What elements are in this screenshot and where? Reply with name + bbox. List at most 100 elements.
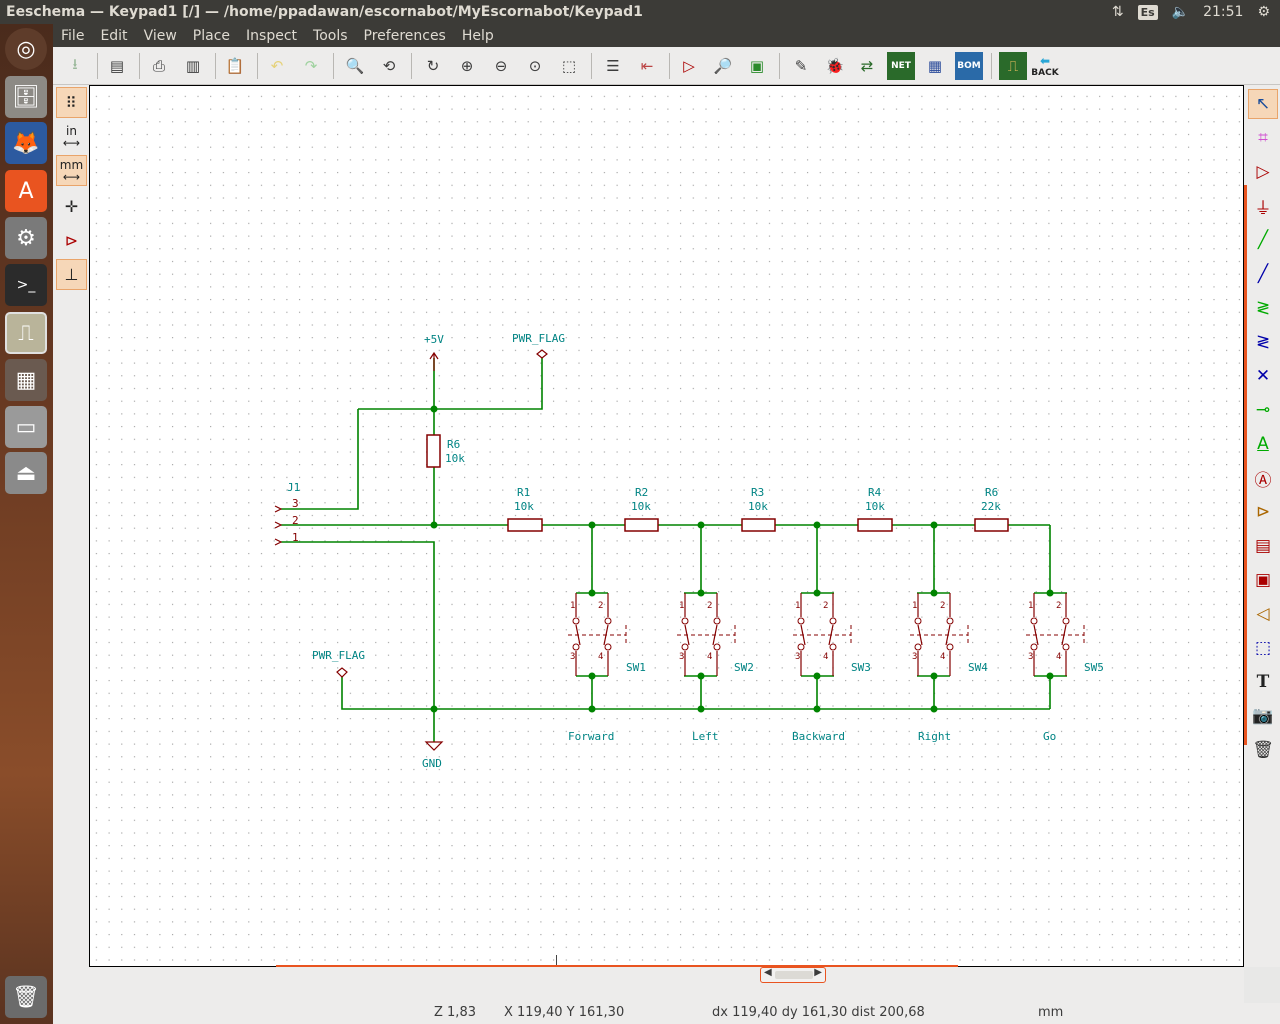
terminal-icon[interactable]: >_	[5, 264, 47, 306]
select-arrow-icon[interactable]: ↖	[1248, 89, 1278, 119]
place-bus-icon[interactable]: ╱	[1248, 259, 1278, 289]
power-gear-icon[interactable]: ⚙	[1257, 4, 1270, 20]
page-settings-icon[interactable]: ▤	[103, 52, 131, 80]
software-center-icon[interactable]: A	[5, 170, 47, 212]
scroll-thumb[interactable]	[775, 971, 813, 979]
menu-bar: File Edit View Place Inspect Tools Prefe…	[53, 24, 1280, 47]
inches-units-button[interactable]: in ⟷	[56, 121, 87, 152]
image-icon[interactable]: 📷	[1248, 701, 1278, 731]
refresh-icon[interactable]: ↻	[419, 52, 447, 80]
switch-pin-number: 2	[1056, 601, 1061, 611]
redo-icon[interactable]: ↷	[297, 52, 325, 80]
menu-preferences[interactable]: Preferences	[356, 28, 454, 44]
cursor-shape-icon[interactable]: ✛	[56, 191, 87, 222]
place-wire-icon[interactable]: ╱	[1248, 225, 1278, 255]
schematic-canvas[interactable]: +5V PWR_FLAG PWR_FLAG GND J1 3 2 1 R6 10…	[89, 85, 1244, 967]
drive-icon[interactable]: ▭	[5, 406, 47, 448]
leave-sheet-icon[interactable]: ⇤	[633, 52, 661, 80]
paste-icon[interactable]: 📋	[221, 52, 249, 80]
resistor-r6-vertical[interactable]	[426, 434, 441, 468]
import-sheet-pin-icon[interactable]: ▣	[1248, 565, 1278, 595]
switch-pin-number: 1	[912, 601, 917, 611]
switch-pin-number: 1	[570, 601, 575, 611]
kicad-eeschema-icon[interactable]: ⎍	[5, 312, 47, 354]
status-zoom: Z 1,83	[434, 1005, 476, 1020]
graphic-lines-icon[interactable]: ⬚	[1248, 633, 1278, 663]
find-icon[interactable]: 🔍	[341, 52, 369, 80]
zoom-out-icon[interactable]: ⊖	[487, 52, 515, 80]
symbol-editor-icon[interactable]: ▷	[675, 52, 703, 80]
wire-angle-icon[interactable]: ⊥	[56, 259, 87, 290]
show-grid-icon[interactable]: ⠿	[56, 87, 87, 118]
plot-icon[interactable]: ▥	[179, 52, 207, 80]
place-symbol-icon[interactable]: ▷	[1248, 157, 1278, 187]
zoom-selection-icon[interactable]: ⬚	[555, 52, 583, 80]
junction-icon[interactable]: ⊸	[1248, 395, 1278, 425]
menu-edit[interactable]: Edit	[92, 28, 135, 44]
pcbnew-icon[interactable]: ⎍	[999, 52, 1027, 80]
delete-icon[interactable]: 🗑	[1248, 735, 1278, 765]
r2-ref: R2	[635, 486, 648, 499]
symbol-library-browser-icon[interactable]: 🔎	[709, 52, 737, 80]
highlight-net-icon[interactable]: ⌗	[1248, 123, 1278, 153]
generate-netlist-icon[interactable]: NET	[887, 52, 915, 80]
trash-icon[interactable]: 🗑	[5, 976, 47, 1018]
hierarchical-sheet-icon[interactable]: ▤	[1248, 531, 1278, 561]
label-pwr-flag-top: PWR_FLAG	[512, 332, 565, 345]
grid	[90, 86, 1243, 966]
menu-tools[interactable]: Tools	[305, 28, 356, 44]
assign-footprints-icon[interactable]: ⇄	[853, 52, 881, 80]
dash-icon[interactable]: ◎	[5, 28, 47, 70]
text-icon[interactable]: T	[1248, 667, 1278, 697]
files-icon[interactable]: 🗄	[5, 76, 47, 118]
keyboard-layout-indicator[interactable]: Es	[1137, 4, 1158, 20]
millimeters-units-button[interactable]: mm ⟷	[56, 155, 87, 186]
hierarchical-label-icon[interactable]: ⊳	[1248, 497, 1278, 527]
system-settings-icon[interactable]: ⚙	[5, 217, 47, 259]
workspace-switcher-icon[interactable]: ▦	[5, 359, 47, 401]
erc-icon[interactable]: 🐞	[821, 52, 849, 80]
menu-view[interactable]: View	[136, 28, 185, 44]
back-annotate-icon[interactable]: ⬅ BACK	[1031, 52, 1059, 80]
right-toolbar: ↖ ⌗ ▷ ⏚ ╱ ╱ ≷ ≷ ✕ ⊸ A Ⓐ ⊳ ▤ ▣ ◁ ⬚ T 📷 🗑	[1244, 85, 1280, 967]
switch-pin-number: 2	[707, 601, 712, 611]
switch-pin-number: 4	[940, 652, 945, 662]
footprint-editor-icon[interactable]: ▣	[743, 52, 771, 80]
undo-icon[interactable]: ↶	[263, 52, 291, 80]
scroll-right-icon[interactable]: ▶	[814, 967, 822, 978]
annotate-icon[interactable]: ✎	[787, 52, 815, 80]
clock[interactable]: 21:51	[1203, 4, 1243, 20]
wire-bus-entry-icon[interactable]: ≷	[1248, 293, 1278, 323]
sw5-ref: SW5	[1084, 661, 1104, 674]
scroll-left-icon[interactable]: ◀	[764, 967, 772, 978]
usb-drive-icon[interactable]: ⏏	[5, 452, 47, 494]
find-replace-icon[interactable]: ⟲	[375, 52, 403, 80]
r1-value: 10k	[514, 500, 534, 513]
switch-pin-number: 3	[679, 652, 684, 662]
hidden-pins-icon[interactable]: ⊳	[56, 225, 87, 256]
bus-bus-entry-icon[interactable]: ≷	[1248, 327, 1278, 357]
system-tray: ⇅ Es 🔈 21:51 ⚙	[1112, 0, 1270, 24]
sheet-pin-icon[interactable]: ◁	[1248, 599, 1278, 629]
bom-icon[interactable]: BOM	[955, 52, 983, 80]
hierarchy-navigator-icon[interactable]: ☰	[599, 52, 627, 80]
zoom-in-icon[interactable]: ⊕	[453, 52, 481, 80]
zoom-fit-icon[interactable]: ⊙	[521, 52, 549, 80]
r3-ref: R3	[751, 486, 764, 499]
print-icon[interactable]: ⎙	[145, 52, 173, 80]
main-toolbar: ⭳ ▤ ⎙ ▥ 📋 ↶ ↷ 🔍 ⟲ ↻ ⊕ ⊖ ⊙ ⬚ ☰ ⇤ ▷ 🔎 ▣ ✎ …	[53, 47, 1280, 85]
menu-file[interactable]: File	[53, 28, 92, 44]
bus-definitions-icon[interactable]: ▦	[921, 52, 949, 80]
horizontal-scrollbar[interactable]: ◀ ▶	[760, 967, 826, 983]
net-label-icon[interactable]: A	[1248, 429, 1278, 459]
menu-help[interactable]: Help	[454, 28, 502, 44]
menu-inspect[interactable]: Inspect	[238, 28, 305, 44]
global-label-icon[interactable]: Ⓐ	[1248, 463, 1278, 493]
firefox-icon[interactable]: 🦊	[5, 122, 47, 164]
volume-icon[interactable]: 🔈	[1172, 4, 1189, 20]
save-icon[interactable]: ⭳	[61, 52, 89, 80]
no-connect-icon[interactable]: ✕	[1248, 361, 1278, 391]
place-power-icon[interactable]: ⏚	[1248, 191, 1278, 221]
menu-place[interactable]: Place	[185, 28, 238, 44]
network-icon[interactable]: ⇅	[1112, 4, 1124, 20]
